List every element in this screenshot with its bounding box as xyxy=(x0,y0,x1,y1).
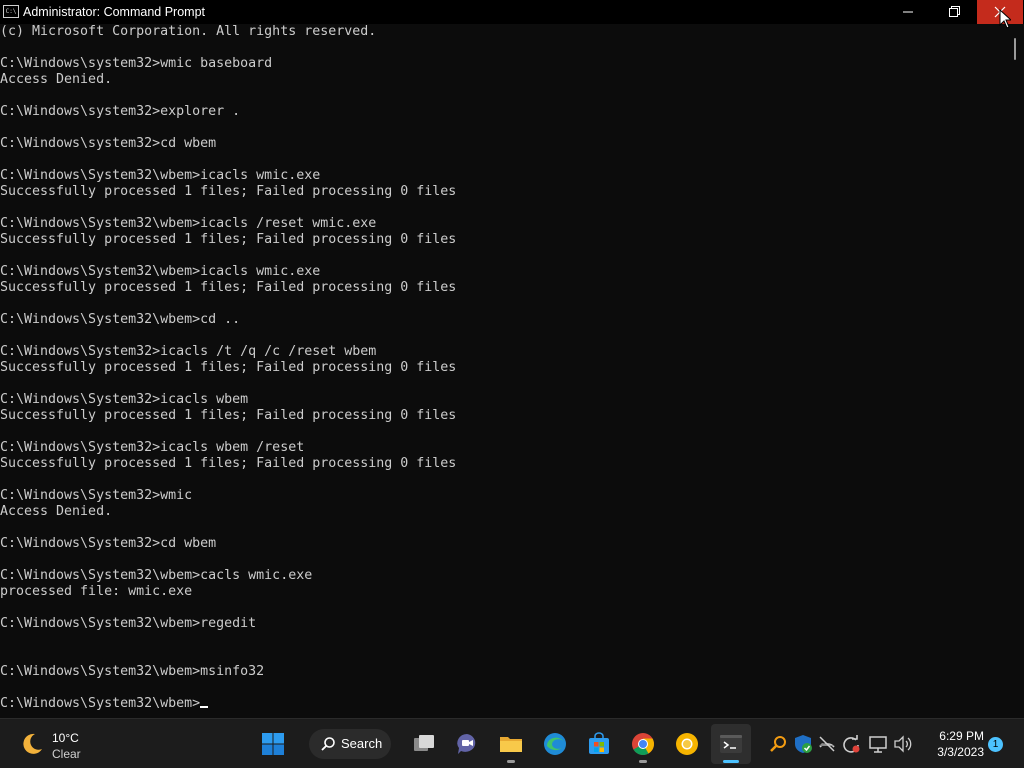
console-output[interactable]: (c) Microsoft Corporation. All rights re… xyxy=(0,24,1006,718)
title-bar[interactable]: C:\ Administrator: Command Prompt xyxy=(0,0,1024,24)
taskbar: 10°C Clear Search 6:29 PM 3/3/2023 1 xyxy=(0,718,1024,768)
moon-icon xyxy=(23,733,42,754)
console-line: Successfully processed 1 files; Failed p… xyxy=(0,184,457,199)
defender-icon[interactable] xyxy=(793,734,813,754)
search-icon xyxy=(321,737,335,751)
console-line: C:\Windows\System32>icacls /t /q /c /res… xyxy=(0,344,377,359)
console-prompt-line[interactable]: C:\Windows\System32\wbem> xyxy=(0,696,456,712)
text-cursor xyxy=(200,706,209,708)
chat-button[interactable] xyxy=(447,724,487,764)
console-line: C:\Windows\System32\wbem>icacls wmic.exe xyxy=(0,264,321,279)
edge-icon xyxy=(544,733,566,755)
store-button[interactable] xyxy=(579,724,619,764)
command-prompt-icon: C:\ xyxy=(3,5,19,18)
console-line: (c) Microsoft Corporation. All rights re… xyxy=(0,24,377,39)
running-indicator xyxy=(507,760,515,763)
start-button[interactable] xyxy=(253,724,293,764)
terminal-button[interactable] xyxy=(711,724,751,764)
console-prompt: C:\Windows\System32\wbem> xyxy=(0,696,201,711)
task-view-button[interactable] xyxy=(404,724,444,764)
mouse-pointer-icon xyxy=(999,9,1011,29)
task-view-icon xyxy=(414,735,434,751)
console-line: C:\Windows\System32\wbem>msinfo32 xyxy=(0,664,265,679)
console-line: C:\Windows\System32\wbem>cacls wmic.exe xyxy=(0,568,313,583)
restore-icon xyxy=(949,6,960,17)
volume-icon[interactable] xyxy=(893,734,913,754)
console-line: Access Denied. xyxy=(0,504,113,519)
clock-date: 3/3/2023 xyxy=(937,745,984,759)
restore-button[interactable] xyxy=(931,0,977,24)
console-line: C:\Windows\system32>wmic baseboard xyxy=(0,56,273,71)
minimize-icon xyxy=(903,11,913,13)
chrome-canary-button[interactable] xyxy=(667,724,707,764)
console-line: C:\Windows\System32>icacls wbem xyxy=(0,392,249,407)
console-line: C:\Windows\System32\wbem>regedit xyxy=(0,616,257,631)
console-line: C:\Windows\System32\wbem>cd .. xyxy=(0,312,241,327)
sync-icon[interactable] xyxy=(841,734,861,754)
console-line: Access Denied. xyxy=(0,72,113,87)
folder-icon xyxy=(500,737,522,752)
teams-chat-icon xyxy=(457,734,476,754)
console-line: processed file: wmic.exe xyxy=(0,584,193,599)
edge-button[interactable] xyxy=(535,724,575,764)
console-line: C:\Windows\system32>cd wbem xyxy=(0,136,217,151)
console-line: C:\Windows\System32\wbem>icacls /reset w… xyxy=(0,216,377,231)
console-line: C:\Windows\System32>icacls wbem /reset xyxy=(0,440,305,455)
clock-time: 6:29 PM xyxy=(939,729,984,743)
terminal-icon xyxy=(720,735,742,753)
console-line: Successfully processed 1 files; Failed p… xyxy=(0,232,457,247)
display-icon[interactable] xyxy=(868,734,888,754)
console-line: C:\Windows\System32>wmic xyxy=(0,488,193,503)
notification-badge[interactable]: 1 xyxy=(988,737,1003,752)
windows-logo-icon xyxy=(262,733,284,755)
running-indicator xyxy=(639,760,647,763)
taskbar-search-button[interactable]: Search xyxy=(309,729,391,759)
search-label: Search xyxy=(341,736,383,751)
file-explorer-button[interactable] xyxy=(491,724,531,764)
minimize-button[interactable] xyxy=(885,0,931,24)
console-line: Successfully processed 1 files; Failed p… xyxy=(0,408,457,423)
console-line: C:\Windows\system32>explorer . xyxy=(0,104,241,119)
console-line: Successfully processed 1 files; Failed p… xyxy=(0,360,457,375)
search-tray-icon[interactable] xyxy=(768,734,788,754)
active-indicator xyxy=(723,760,739,763)
store-icon xyxy=(589,732,609,754)
console-line: C:\Windows\System32>cd wbem xyxy=(0,536,217,551)
console-lines: (c) Microsoft Corporation. All rights re… xyxy=(0,24,456,712)
console-line: Successfully processed 1 files; Failed p… xyxy=(0,456,457,471)
system-clock[interactable]: 6:29 PM 3/3/2023 xyxy=(922,728,984,760)
chrome-button[interactable] xyxy=(623,724,663,764)
scrollbar-thumb[interactable] xyxy=(1014,38,1016,60)
console-line: C:\Windows\System32\wbem>icacls wmic.exe xyxy=(0,168,321,183)
weather-temperature: 10°C xyxy=(52,731,79,745)
weather-description: Clear xyxy=(52,747,81,761)
window-title: Administrator: Command Prompt xyxy=(23,5,206,19)
network-off-icon[interactable] xyxy=(817,734,837,754)
console-line: Successfully processed 1 files; Failed p… xyxy=(0,280,457,295)
weather-widget[interactable]: 10°C Clear xyxy=(18,727,108,761)
vertical-scrollbar[interactable] xyxy=(1006,24,1024,718)
chrome-icon xyxy=(632,733,654,755)
chrome-canary-icon xyxy=(676,733,698,755)
